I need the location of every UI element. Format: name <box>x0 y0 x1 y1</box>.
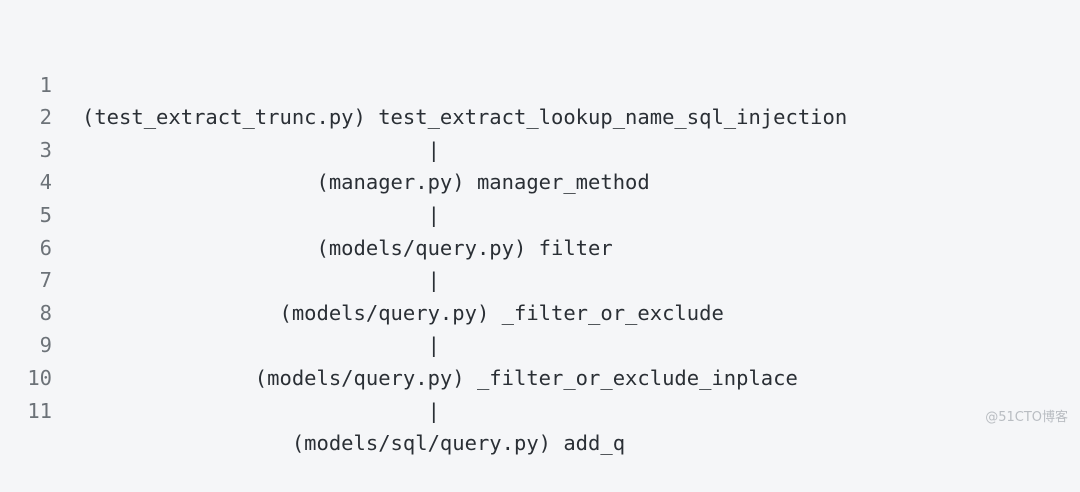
code-line-10: 10 | <box>0 329 1080 423</box>
code-line-5: 5 (models/query.py) filter <box>0 166 1080 260</box>
code-line-6: 6 | <box>0 199 1080 293</box>
watermark: @51CTO博客 <box>985 410 1068 425</box>
code-line-2: 2 | <box>0 69 1080 162</box>
code-line-9: 9 (models/query.py) _filter_or_exclude_i… <box>0 297 1080 390</box>
code-block: 1 (test_extract_trunc.py) test_extract_l… <box>0 36 1080 456</box>
line-text: (models/sql/query.py) add_q <box>82 431 626 456</box>
line-number: 11 <box>27 398 52 423</box>
code-line-1: 1 (test_extract_trunc.py) test_extract_l… <box>0 36 1080 130</box>
code-line-7: 7 (models/query.py) _filter_or_exclude <box>0 232 1080 325</box>
code-line-3: 3 (manager.py) manager_method <box>0 101 1080 195</box>
line-text: | <box>82 398 440 423</box>
code-line-4: 4 | <box>0 134 1080 227</box>
code-line-11: 11 (models/sql/query.py) add_q <box>0 362 1080 456</box>
code-line-8: 8 | <box>0 264 1080 358</box>
